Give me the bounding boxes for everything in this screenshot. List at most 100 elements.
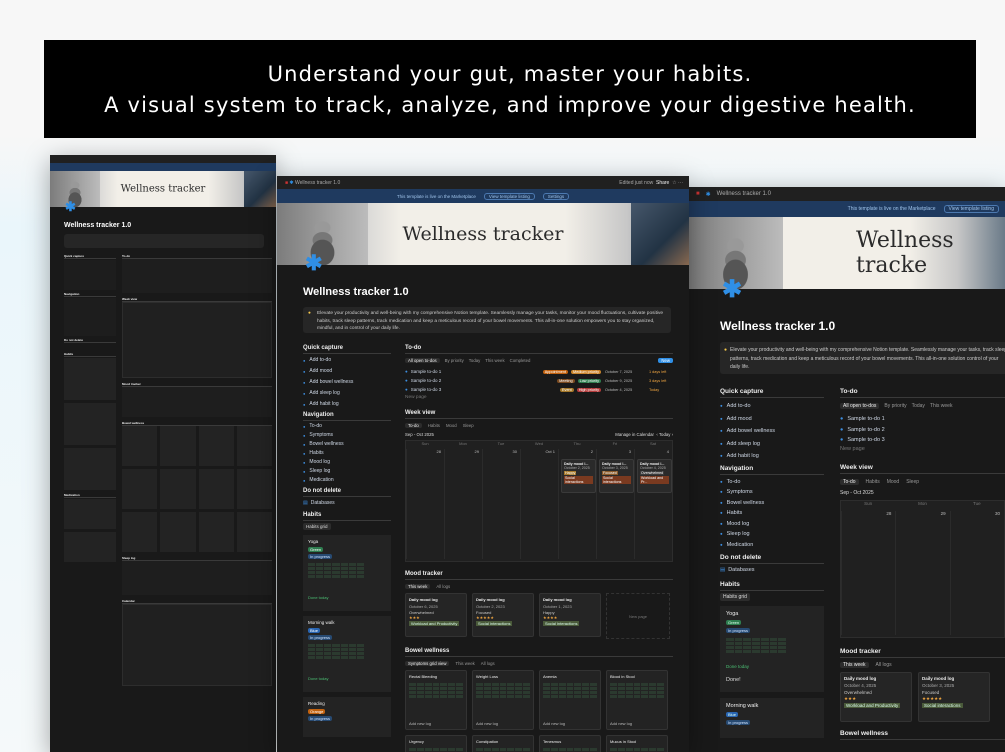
center-tab-title[interactable]: Wellness tracker 1.0 xyxy=(295,180,340,186)
center-bowel-card[interactable]: Mucus in Stool xyxy=(606,735,668,752)
right-habit-card-walk[interactable]: Morning walk Blue In progress xyxy=(720,698,824,738)
right-mood-view-tab[interactable]: All logs xyxy=(876,662,892,668)
right-week-view-tab[interactable]: Habits xyxy=(866,479,880,485)
center-mood-card[interactable]: Daily mood log October 2, 2023 Focused ★★★★… xyxy=(472,593,534,637)
center-week-view-tab[interactable]: Habits xyxy=(428,423,440,428)
right-todo-view-tab[interactable]: By priority xyxy=(884,403,906,409)
center-bowel-view-tab[interactable]: This week xyxy=(455,661,474,666)
center-bowel-card[interactable]: Weight Loss Add new log xyxy=(472,670,534,730)
center-nav-item-sleep-log[interactable]: ● Sleep log xyxy=(303,467,391,476)
right-todo-check-icon[interactable]: ● xyxy=(840,414,843,425)
center-quick-capture-item-add-habit-log[interactable]: ● Add habit log xyxy=(303,399,391,410)
right-todo-check-icon[interactable]: ● xyxy=(840,435,843,446)
center-mood-new-page[interactable]: New page xyxy=(606,593,670,639)
right-view-listing-button[interactable]: View template listing xyxy=(943,205,999,213)
center-bowel-view-tab[interactable]: All logs xyxy=(481,661,495,666)
center-bowel-card[interactable]: Blood in Stool Add new log xyxy=(606,670,668,730)
center-todo-check-icon[interactable]: ● xyxy=(405,369,408,374)
center-bowel-add-log[interactable]: Add new log xyxy=(476,721,498,726)
center-week-entry[interactable]: Daily mood l... October 3, 2025 FocusedSoc… xyxy=(599,459,634,493)
center-bowel-card[interactable]: Tenesmus xyxy=(539,735,601,752)
center-bowel-card[interactable]: Urgency xyxy=(405,735,467,752)
center-nav-item-medication[interactable]: ● Medication xyxy=(303,476,391,485)
right-todo-row[interactable]: ● Sample to-do 1 xyxy=(840,414,1005,425)
right-quick-capture-item-add-mood[interactable]: ● Add mood xyxy=(720,413,824,426)
right-quick-capture-item-add-sleep-log[interactable]: ● Add sleep log xyxy=(720,438,824,451)
center-quick-capture-item-add-sleep-log[interactable]: ● Add sleep log xyxy=(303,388,391,399)
right-week-view-tab[interactable]: To-do xyxy=(840,478,859,485)
center-nav-item-to-do[interactable]: ● To-do xyxy=(303,422,391,431)
center-bowel-card[interactable]: Constipation xyxy=(472,735,534,752)
center-bowel-card[interactable]: Rectal Bleeding Add new log xyxy=(405,670,467,730)
center-todo-view-tab[interactable]: Today xyxy=(469,358,480,363)
right-new-page[interactable]: New page xyxy=(840,446,1005,452)
center-today-button[interactable]: Today xyxy=(659,432,670,437)
center-mood-view-tab[interactable]: All logs xyxy=(436,584,450,589)
center-bowel-view-tab[interactable]: Symptoms grid view xyxy=(405,661,450,666)
right-week-view-tab[interactable]: Sleep xyxy=(906,479,919,485)
right-todo-view-tab[interactable]: This week xyxy=(930,403,953,409)
center-habit-card[interactable]: Reading Orange In progress xyxy=(303,697,391,737)
center-todo-view-tab[interactable]: This week xyxy=(485,358,504,363)
right-nav-item-bowel-wellness[interactable]: ● Bowel wellness xyxy=(720,498,824,509)
center-quick-capture-item-add-mood[interactable]: ● Add mood xyxy=(303,366,391,377)
right-todo-check-icon[interactable]: ● xyxy=(840,425,843,436)
center-week-view-tab[interactable]: Mood xyxy=(446,423,457,428)
center-mood-card[interactable]: Daily mood log October 1, 2023 Happy ★★★★ So… xyxy=(539,593,601,637)
right-nav-item-medication[interactable]: ● Medication xyxy=(720,540,824,551)
right-todo-row[interactable]: ● Sample to-do 2 xyxy=(840,425,1005,436)
center-todo-view-tab[interactable]: By priority xyxy=(445,358,464,363)
center-habit-card[interactable]: Morning walk Blue In progress Done today xyxy=(303,616,391,692)
right-todo-row[interactable]: ● Sample to-do 3 xyxy=(840,435,1005,446)
center-todo-check-icon[interactable]: ● xyxy=(405,387,408,392)
center-databases-link[interactable]: ▤ Databases xyxy=(303,500,391,506)
center-week-view-tab[interactable]: Sleep xyxy=(463,423,474,428)
right-habit-card-yoga[interactable]: Yoga Green In progress Done today Done! xyxy=(720,606,824,692)
center-manage-calendar[interactable]: Manage in Calendar xyxy=(615,432,654,437)
center-habit-card[interactable]: Yoga Green In progress Done today xyxy=(303,535,391,611)
right-habits-grid-view[interactable]: Habits grid xyxy=(720,593,750,601)
center-more-icon[interactable]: ··· xyxy=(678,180,683,186)
center-nav-item-mood-log[interactable]: ● Mood log xyxy=(303,458,391,467)
center-nav-item-symptoms[interactable]: ● Symptoms xyxy=(303,431,391,440)
right-quick-capture-item-add-bowel-wellness[interactable]: ● Add bowel wellness xyxy=(720,425,824,438)
center-bowel-add-log[interactable]: Add new log xyxy=(543,721,565,726)
center-week-entry[interactable]: Daily mood l... October 2, 2025 HappySocia… xyxy=(561,459,596,493)
center-mood-view-tab[interactable]: This week xyxy=(405,584,431,589)
center-star-icon[interactable]: ☆ xyxy=(672,180,676,186)
center-todo-row[interactable]: ● Sample to-do 2 Meeting Low priority Octobe… xyxy=(405,376,673,385)
center-todo-view-tab[interactable]: Completed xyxy=(510,358,531,363)
center-bowel-add-log[interactable]: Add new log xyxy=(409,721,431,726)
center-habits-grid-view[interactable]: Habits grid xyxy=(303,523,331,530)
center-week-view-tab[interactable]: To-do xyxy=(405,423,422,428)
right-week-view-tab[interactable]: Mood xyxy=(887,479,900,485)
right-todo-view-tab[interactable]: All open to-dos xyxy=(840,403,880,409)
right-todo-view-tab[interactable]: Today xyxy=(912,403,925,409)
center-settings-button[interactable]: Settings xyxy=(542,192,570,200)
center-bowel-add-log[interactable]: Add new log xyxy=(610,721,632,726)
right-tab-title[interactable]: Wellness tracker 1.0 xyxy=(717,191,771,197)
center-quick-capture-item-add-bowel-wellness[interactable]: ● Add bowel wellness xyxy=(303,377,391,388)
right-nav-item-habits[interactable]: ● Habits xyxy=(720,508,824,519)
center-todo-check-icon[interactable]: ● xyxy=(405,378,408,383)
center-todo-row[interactable]: ● Sample to-do 1 Appointment Medium priorit… xyxy=(405,367,673,376)
right-quick-capture-item-add-habit-log[interactable]: ● Add habit log xyxy=(720,450,824,463)
center-view-listing-button[interactable]: View template listing xyxy=(483,192,535,200)
center-quick-capture-item-add-to-do[interactable]: ● Add to-do xyxy=(303,355,391,366)
right-mood-card[interactable]: Daily mood log October 3, 2025 Focused ★★★★… xyxy=(918,671,990,722)
right-nav-item-sleep-log[interactable]: ● Sleep log xyxy=(720,529,824,540)
center-todo-new-button[interactable]: New xyxy=(658,358,673,363)
center-bowel-card[interactable]: Anemia Add new log xyxy=(539,670,601,730)
center-nav-item-bowel-wellness[interactable]: ● Bowel wellness xyxy=(303,440,391,449)
center-share-button[interactable]: Share xyxy=(656,180,669,186)
center-todo-view-tab[interactable]: All open to-dos xyxy=(405,358,440,363)
right-nav-item-symptoms[interactable]: ● Symptoms xyxy=(720,487,824,498)
center-todo-new-page[interactable]: New page xyxy=(405,395,673,400)
right-quick-capture-item-add-to-do[interactable]: ● Add to-do xyxy=(720,400,824,413)
right-nav-item-to-do[interactable]: ● To-do xyxy=(720,477,824,488)
right-mood-view-tab[interactable]: This week xyxy=(840,661,869,668)
right-nav-item-mood-log[interactable]: ● Mood log xyxy=(720,519,824,530)
center-nav-item-habits[interactable]: ● Habits xyxy=(303,449,391,458)
center-todo-row[interactable]: ● Sample to-do 3 Event High priority October… xyxy=(405,385,673,394)
right-mood-card[interactable]: Daily mood log October 4, 2025 Overwhelmed… xyxy=(840,671,912,722)
